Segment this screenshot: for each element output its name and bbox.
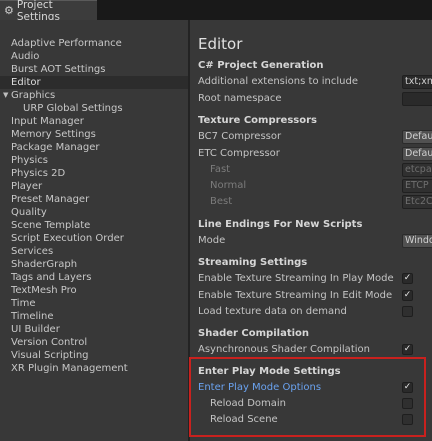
sidebar-item-memory-settings[interactable]: Memory Settings: [11, 128, 96, 141]
sidebar-item-scene-template[interactable]: Scene Template: [11, 219, 90, 232]
etc-dropdown[interactable]: Defau: [402, 147, 432, 161]
sidebar-item-time[interactable]: Time: [11, 297, 35, 310]
sidebar-item-shadergraph[interactable]: ShaderGraph: [11, 258, 77, 271]
sidebar-item-preset-manager[interactable]: Preset Manager: [11, 193, 89, 206]
sidebar-item-player[interactable]: Player: [11, 180, 42, 193]
page-title: Editor: [198, 35, 243, 53]
bc7-label: BC7 Compressor: [198, 131, 282, 142]
reload-scene-label: Reload Scene: [210, 414, 278, 425]
async-shader-checkbox[interactable]: ✓: [402, 344, 413, 355]
streaming-edit-label: Enable Texture Streaming In Edit Mode: [198, 290, 393, 301]
root-namespace-field[interactable]: [402, 92, 432, 106]
streaming-play-label: Enable Texture Streaming In Play Mode: [198, 273, 394, 284]
enter-play-mode-options-checkbox[interactable]: ✓: [402, 382, 413, 393]
sidebar-item-physics-2d[interactable]: Physics 2D: [11, 167, 65, 180]
streaming-edit-checkbox[interactable]: ✓: [402, 290, 413, 301]
line-endings-mode-label: Mode: [198, 235, 226, 246]
etc-label: ETC Compressor: [198, 148, 280, 159]
gear-icon: ⚙: [4, 4, 14, 17]
sidebar-item-version-control[interactable]: Version Control: [11, 336, 87, 349]
settings-sidebar: ▼ Adaptive Performance Audio Burst AOT S…: [0, 20, 188, 441]
section-header-texture: Texture Compressors: [198, 115, 317, 126]
async-shader-label: Asynchronous Shader Compilation: [198, 344, 370, 355]
section-header-line-endings: Line Endings For New Scripts: [198, 219, 363, 230]
best-label: Best: [210, 196, 233, 207]
section-header-play-mode: Enter Play Mode Settings: [198, 366, 341, 377]
sidebar-item-audio[interactable]: Audio: [11, 50, 39, 63]
reload-domain-checkbox[interactable]: [402, 398, 413, 409]
root-namespace-label: Root namespace: [198, 93, 282, 104]
load-on-demand-label: Load texture data on demand: [198, 306, 347, 317]
tab-bar: ⚙ Project Settings: [0, 0, 432, 23]
best-field: Etc2C: [402, 195, 432, 209]
sidebar-item-graphics[interactable]: Graphics: [11, 89, 55, 102]
fast-field: etcpa: [402, 163, 432, 177]
section-header-shader: Shader Compilation: [198, 328, 310, 339]
sidebar-item-services[interactable]: Services: [11, 245, 53, 258]
sidebar-item-visual-scripting[interactable]: Visual Scripting: [11, 349, 89, 362]
sidebar-item-textmesh-pro[interactable]: TextMesh Pro: [11, 284, 77, 297]
fast-label: Fast: [210, 164, 231, 175]
sidebar-item-tags-and-layers[interactable]: Tags and Layers: [11, 271, 91, 284]
sidebar-item-editor[interactable]: Editor: [11, 76, 41, 89]
expand-arrow-icon[interactable]: ▼: [3, 89, 8, 102]
extensions-label: Additional extensions to include: [198, 76, 358, 87]
sidebar-item-burst-aot-settings[interactable]: Burst AOT Settings: [11, 63, 105, 76]
sidebar-item-xr-plugin-management[interactable]: XR Plugin Management: [11, 362, 128, 375]
streaming-play-checkbox[interactable]: ✓: [402, 273, 413, 284]
sidebar-item-adaptive-performance[interactable]: Adaptive Performance: [11, 37, 122, 50]
sidebar-item-physics[interactable]: Physics: [11, 154, 48, 167]
normal-label: Normal: [210, 180, 247, 191]
normal-field: ETCP: [402, 179, 432, 193]
reload-domain-label: Reload Domain: [210, 398, 287, 409]
sidebar-item-script-execution-order[interactable]: Script Execution Order: [11, 232, 124, 245]
load-on-demand-checkbox[interactable]: [402, 306, 413, 317]
section-header-streaming: Streaming Settings: [198, 257, 308, 268]
section-header-csharp: C# Project Generation: [198, 60, 324, 71]
tab-project-settings[interactable]: ⚙ Project Settings: [0, 0, 97, 23]
sidebar-item-quality[interactable]: Quality: [11, 206, 47, 219]
sidebar-item-package-manager[interactable]: Package Manager: [11, 141, 99, 154]
enter-play-mode-options-label: Enter Play Mode Options: [198, 382, 322, 393]
sidebar-item-input-manager[interactable]: Input Manager: [11, 115, 84, 128]
sidebar-item-timeline[interactable]: Timeline: [11, 310, 54, 323]
bc7-dropdown[interactable]: Defau: [402, 130, 432, 144]
settings-panel: Editor C# Project Generation Additional …: [190, 20, 432, 441]
reload-scene-checkbox[interactable]: [402, 414, 413, 425]
line-endings-mode-dropdown[interactable]: Windo: [402, 234, 432, 248]
sidebar-item-ui-builder[interactable]: UI Builder: [11, 323, 60, 336]
sidebar-item-urp-global-settings[interactable]: URP Global Settings: [23, 102, 123, 115]
extensions-field[interactable]: txt;xml: [402, 75, 432, 89]
